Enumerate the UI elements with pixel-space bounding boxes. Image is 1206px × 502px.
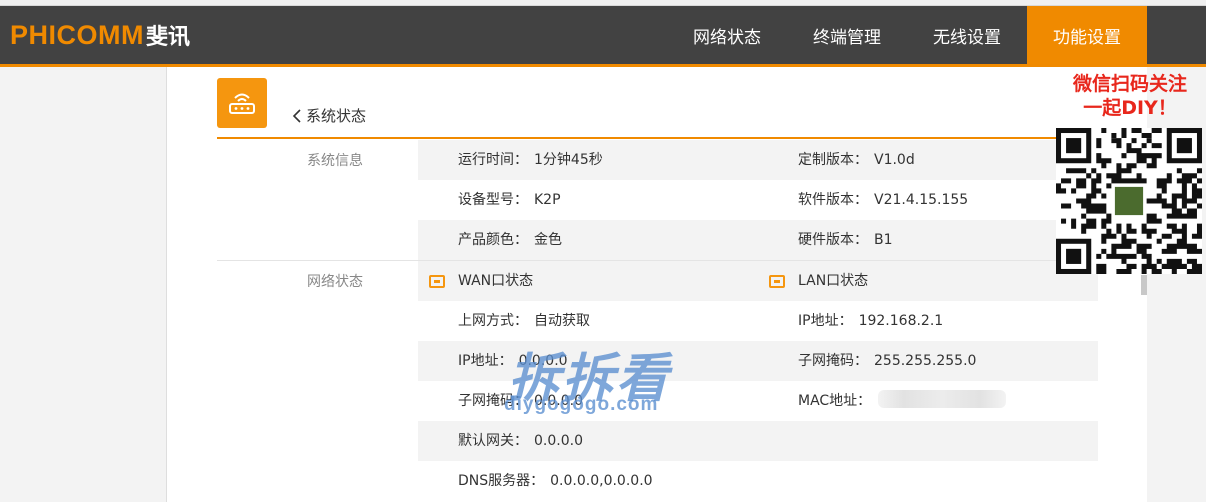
wan-connection-type: 上网方式： 自动获取 bbox=[458, 313, 590, 329]
status-header-row: WAN口状态 LAN口状态 bbox=[418, 261, 1098, 301]
status-row: 上网方式： 自动获取 IP地址： 192.168.2.1 bbox=[418, 301, 1098, 341]
scrollbar-thumb[interactable] bbox=[1141, 275, 1147, 295]
info-cell-custom-version: 定制版本： V1.0d bbox=[798, 152, 915, 168]
watermark-text-en: diygogogo.com bbox=[504, 394, 659, 415]
nav-network-status[interactable]: 网络状态 bbox=[672, 6, 782, 64]
ethernet-port-icon bbox=[429, 275, 445, 288]
lan-ip-address: IP地址： 192.168.2.1 bbox=[798, 313, 944, 329]
section-label-network-status: 网络状态 bbox=[307, 274, 363, 290]
header-accent-line bbox=[0, 64, 1206, 67]
wan-status-title: WAN口状态 bbox=[458, 273, 534, 289]
wan-dns-servers: DNS服务器： 0.0.0.0,0.0.0.0 bbox=[458, 473, 653, 489]
lan-status-title: LAN口状态 bbox=[798, 273, 869, 289]
info-cell-color: 产品颜色： 金色 bbox=[458, 232, 562, 248]
status-row: 默认网关： 0.0.0.0 bbox=[418, 421, 1098, 461]
router-icon bbox=[217, 78, 267, 128]
site-watermark: 拆拆看 diygogogo.com bbox=[500, 336, 710, 420]
info-row: 产品颜色： 金色 硬件版本： B1 bbox=[418, 220, 1098, 260]
info-cell-software-version: 软件版本： V21.4.15.155 bbox=[798, 192, 969, 208]
left-gutter bbox=[0, 67, 166, 502]
nav-wireless-settings[interactable]: 无线设置 bbox=[912, 6, 1022, 64]
wechat-promo: 微信扫码关注 一起DIY！ bbox=[1054, 72, 1206, 126]
ethernet-port-icon bbox=[769, 275, 785, 288]
logo-text-cn: 斐讯 bbox=[146, 25, 191, 50]
wan-default-gateway: 默认网关： 0.0.0.0 bbox=[458, 433, 583, 449]
nav-function-settings[interactable]: 功能设置 bbox=[1027, 6, 1147, 64]
back-link[interactable]: 系统状态 bbox=[292, 105, 366, 126]
title-underline bbox=[217, 137, 1147, 139]
logo-text-en: PHICOMM bbox=[10, 19, 144, 50]
info-cell-model: 设备型号： K2P bbox=[458, 192, 561, 208]
lan-mac-address: MAC地址： bbox=[798, 393, 872, 409]
phicomm-logo[interactable]: PHICOMM 斐讯 bbox=[10, 19, 190, 51]
back-link-label: 系统状态 bbox=[306, 107, 367, 125]
promo-line-2: 一起DIY！ bbox=[1083, 97, 1177, 119]
info-cell-uptime: 运行时间： 1分钟45秒 bbox=[458, 152, 603, 168]
info-cell-hardware-version: 硬件版本： B1 bbox=[798, 232, 893, 248]
info-row: 运行时间： 1分钟45秒 定制版本： V1.0d bbox=[418, 140, 1098, 180]
lan-subnet-mask: 子网掩码： 255.255.255.0 bbox=[798, 353, 977, 369]
nav-terminal-management[interactable]: 终端管理 bbox=[792, 6, 902, 64]
section-label-system-info: 系统信息 bbox=[307, 153, 363, 169]
status-row: DNS服务器： 0.0.0.0,0.0.0.0 bbox=[418, 461, 1098, 501]
chevron-left-icon bbox=[292, 108, 301, 123]
qr-code-icon bbox=[1056, 128, 1202, 274]
redacted-mac-blur bbox=[878, 390, 1006, 408]
info-row: 设备型号： K2P 软件版本： V21.4.15.155 bbox=[418, 180, 1098, 220]
promo-line-1: 微信扫码关注 bbox=[1072, 73, 1187, 95]
content-border bbox=[166, 67, 167, 502]
